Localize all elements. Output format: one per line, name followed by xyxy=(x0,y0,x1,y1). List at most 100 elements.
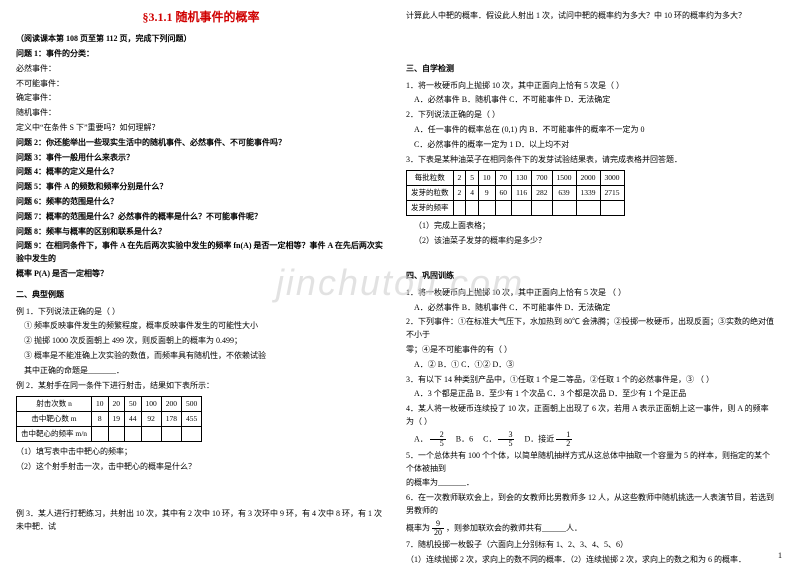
cell: 130 xyxy=(512,171,532,186)
q1-c: 确定事件： xyxy=(16,92,386,105)
cell: 282 xyxy=(532,186,552,201)
ex2-q1: （1）填写表中击中靶心的频率； xyxy=(16,446,386,459)
cell: 200 xyxy=(161,397,181,412)
doc-title: §3.1.1 随机事件的概率 xyxy=(16,8,386,27)
cell: 50 xyxy=(125,397,142,412)
q1-head: 问题 1：事件的分类： xyxy=(16,48,386,61)
s4-3: 3．有以下 14 种类别产品中，①任取 1 个是二等品，②任取 1 个的必然事件… xyxy=(406,374,776,387)
s3-1-opts: A．必然事件 B．随机事件 C．不可能事件 D．无法确定 xyxy=(406,94,776,107)
cell: 射击次数 n xyxy=(17,397,92,412)
cell: 击中靶心的频率 m/n xyxy=(17,427,92,442)
cell xyxy=(532,201,552,216)
table-row: 击中靶心数 m 8 19 44 92 178 455 xyxy=(17,412,202,427)
opt-c-label: C． xyxy=(483,434,496,443)
s4-6b: 概率为 xyxy=(406,523,430,532)
cell: 178 xyxy=(161,412,181,427)
ex1-head: 例 1．下列说法正确的是（ ） xyxy=(16,306,386,319)
s4-2b: 零；④是不可能事件的有（ ） xyxy=(406,344,776,357)
s3-2a: A．任一事件的概率总在 (0,1) 内 B．不可能事件的概率不一定为 0 xyxy=(406,124,776,137)
cell xyxy=(600,201,624,216)
fraction-icon: 920 xyxy=(432,520,444,537)
cell: 116 xyxy=(512,186,532,201)
sec4-head: 四、巩固训练 xyxy=(406,270,776,283)
s4-7: 7．随机投掷一枚骰子（六面向上分别标有 1、2、3、4、5、6） xyxy=(406,539,776,552)
s3-3: 3．下表是某种油菜子在相同条件下的发芽试验结果表，请完成表格并回答题． xyxy=(406,154,776,167)
frac-den: 5 xyxy=(498,440,514,448)
right-column: 计算此人中靶的概率．假设此人射出 1 次，试问中靶的概率约为多大？中 10 环的… xyxy=(406,8,776,568)
q1-e: 定义中“在条件 S 下”重要吗？如何理解？ xyxy=(16,122,386,135)
ex1-3: ③ 概率是不能准确上次实验的数值，而频率具有随机性，不依赖试验 xyxy=(16,350,386,363)
cell: 20 xyxy=(108,397,125,412)
s4-4-opts: A． 25 B．6 C． 35 D．接近 12 xyxy=(406,431,776,448)
cell: 击中靶心数 m xyxy=(17,412,92,427)
q4: 问题 4：概率的定义是什么？ xyxy=(16,166,386,179)
cell: 5 xyxy=(466,171,479,186)
s3-2b: C．必然事件的概率一定为 1 D．以上均不对 xyxy=(406,139,776,152)
table-row: 发芽的粒数 2 4 9 60 116 282 639 1339 2715 xyxy=(407,186,625,201)
q1-d: 随机事件： xyxy=(16,107,386,120)
q2-text: 问题 2：你还能举出一些现实生活中的随机事件、必然事件、不可能事件吗？ xyxy=(16,138,286,147)
cell xyxy=(161,427,181,442)
cell: 70 xyxy=(495,171,512,186)
s4-5: 5．一个总体共有 100 个个体，以简单随机抽样方式从这总体中抽取一个容量为 5… xyxy=(406,450,776,476)
cell: 44 xyxy=(125,412,142,427)
q1-b: 不可能事件： xyxy=(16,78,386,91)
q9b: 概率 P(A) 是否一定相等？ xyxy=(16,268,386,281)
cell: 100 xyxy=(141,397,161,412)
frac-num: 3 xyxy=(498,431,514,440)
cell xyxy=(552,201,576,216)
cell: 10 xyxy=(479,171,496,186)
s4-2: 2．下列事件：①在标准大气压下，水加热到 80℃ 会沸腾；②投掷一枚硬币，出现反… xyxy=(406,316,776,342)
ex3: 例 3．某人进行打靶练习，共射出 10 次，其中有 2 次中 10 环，有 3 … xyxy=(16,508,386,534)
s4-3-opts: A．3 个都是正品 B．至少有 1 个次品 C．3 个都是次品 D．至少有 1 … xyxy=(406,388,776,401)
cell: 1500 xyxy=(552,171,576,186)
fraction-icon: 12 xyxy=(556,431,572,448)
cell: 60 xyxy=(495,186,512,201)
q6: 问题 6：频率的范围是什么？ xyxy=(16,196,386,209)
s3-3a: （1）完成上面表格； xyxy=(406,220,776,233)
cell xyxy=(479,201,496,216)
cell xyxy=(92,427,109,442)
table-seeds: 每批粒数 2 5 10 70 130 700 1500 2000 3000 发芽… xyxy=(406,170,625,216)
cell xyxy=(182,427,202,442)
s4-7a: （1）连续抛掷 2 次，求向上的数不同的概率．（2）连续抛掷 2 次，求向上的数… xyxy=(406,554,776,567)
q1-a: 必然事件： xyxy=(16,63,386,76)
q3: 问题 3：事件一般用什么来表示？ xyxy=(16,152,386,165)
q5: 问题 5：事件 A 的频数和频率分别是什么？ xyxy=(16,181,386,194)
s3-2: 2．下列说法正确的是（ ） xyxy=(406,109,776,122)
ex1-1: ① 频率反映事件发生的频繁程度，概率反映事件发生的可能性大小 xyxy=(16,320,386,333)
q7: 问题 7：概率的范围是什么？必然事件的概率是什么？不可能事件呢？ xyxy=(16,211,386,224)
cell xyxy=(512,201,532,216)
frac-den: 5 xyxy=(430,440,446,448)
cell xyxy=(108,427,125,442)
table-shooting: 射击次数 n 10 20 50 100 200 500 击中靶心数 m 8 19… xyxy=(16,396,202,442)
cell xyxy=(495,201,512,216)
cell: 2000 xyxy=(576,171,600,186)
top-continuation: 计算此人中靶的概率．假设此人射出 1 次，试问中靶的概率约为多大？中 10 环的… xyxy=(406,10,776,23)
table-row: 射击次数 n 10 20 50 100 200 500 xyxy=(17,397,202,412)
cell: 9 xyxy=(479,186,496,201)
s4-6c: ，则参加联欢会的教师共有______人． xyxy=(446,523,582,532)
cell: 4 xyxy=(466,186,479,201)
cell: 2 xyxy=(453,186,466,201)
table-row: 每批粒数 2 5 10 70 130 700 1500 2000 3000 xyxy=(407,171,625,186)
cell: 455 xyxy=(182,412,202,427)
cell: 500 xyxy=(182,397,202,412)
page-container: §3.1.1 随机事件的概率 （阅读课本第 108 页至第 112 页，完成下列… xyxy=(0,0,800,576)
cell: 每批粒数 xyxy=(407,171,454,186)
s4-6-line: 概率为 920 ，则参加联欢会的教师共有______人． xyxy=(406,520,776,537)
q9a: 问题 9：在相同条件下，事件 A 在先后两次实验中发生的频率 fn(A) 是否一… xyxy=(16,240,386,266)
s4-6a: 6．在一次教师联欢会上，到会的女教师比男教师多 12 人，从这些教师中随机挑选一… xyxy=(406,492,776,518)
s4-2-opts: A．② B．① C．①② D．③ xyxy=(406,359,776,372)
opt-b-label: B．6 xyxy=(456,434,473,443)
cell xyxy=(141,427,161,442)
cell: 10 xyxy=(92,397,109,412)
cell: 8 xyxy=(92,412,109,427)
ex1-4: 其中正确的命题是_______． xyxy=(16,365,386,378)
cell: 发芽的频率 xyxy=(407,201,454,216)
cell: 3000 xyxy=(600,171,624,186)
ex2-head: 例 2．某射手在同一条件下进行射击，结果如下表所示： xyxy=(16,380,386,393)
q8: 问题 8：频率与概率的区别和联系是什么？ xyxy=(16,226,386,239)
left-column: §3.1.1 随机事件的概率 （阅读课本第 108 页至第 112 页，完成下列… xyxy=(16,8,386,568)
cell: 19 xyxy=(108,412,125,427)
